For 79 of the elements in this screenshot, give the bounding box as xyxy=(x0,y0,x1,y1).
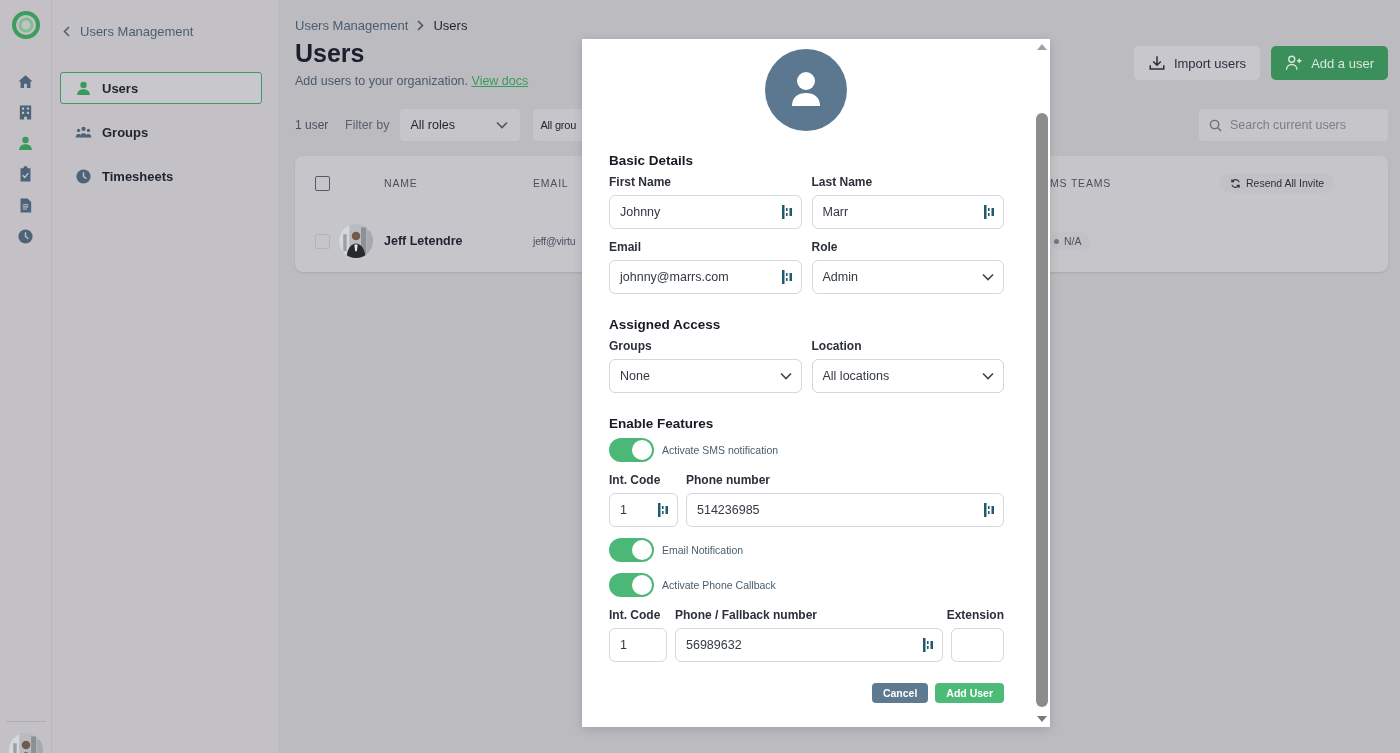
building-icon xyxy=(17,104,34,121)
field-label: Last Name xyxy=(811,175,874,189)
download-icon xyxy=(1147,54,1166,72)
cancel-button[interactable]: Cancel xyxy=(871,683,929,703)
column-header: NAME xyxy=(384,177,419,189)
search-icon xyxy=(1209,118,1222,132)
chevron-down-icon xyxy=(982,372,994,380)
filter-dropdown[interactable]: All grou xyxy=(533,109,583,141)
column-header: EMAIL xyxy=(533,177,570,189)
field-label: Int. Code xyxy=(609,473,662,487)
home-icon xyxy=(17,73,34,90)
toggle-switch[interactable] xyxy=(609,438,654,462)
field-label: Role xyxy=(811,240,839,254)
avatar-icon[interactable] xyxy=(764,49,847,131)
page-title: Users xyxy=(295,39,366,68)
keys-icon[interactable] xyxy=(781,205,792,219)
status-badge: N/A xyxy=(1050,232,1090,250)
section-title: Assigned Access xyxy=(609,317,722,332)
checkbox[interactable] xyxy=(315,175,330,191)
import-button[interactable]: Import users xyxy=(1133,46,1261,80)
person-icon xyxy=(75,79,92,97)
toggle-label: Activate Phone Callback xyxy=(662,579,776,591)
user-count: 1 user xyxy=(295,118,330,132)
scroll-up-icon[interactable] xyxy=(1037,44,1047,50)
add-person-icon xyxy=(1285,54,1304,72)
field-label: First Name xyxy=(609,175,673,189)
sidebar-item[interactable]: Timesheets xyxy=(60,160,262,192)
back-link[interactable]: Users Management xyxy=(60,24,194,39)
input-field[interactable]: 1 xyxy=(609,493,678,527)
breadcrumb-item: Users xyxy=(433,18,468,33)
section-title: Enable Features xyxy=(609,416,715,431)
logo-icon[interactable] xyxy=(11,11,40,39)
chevron-left-icon xyxy=(63,26,70,37)
input-field[interactable] xyxy=(951,628,1004,662)
field-label: Phone number xyxy=(686,473,771,487)
clock-icon xyxy=(17,228,34,245)
chevron-down-icon xyxy=(982,273,994,281)
keys-icon[interactable] xyxy=(984,503,994,517)
field-label: Location xyxy=(811,339,863,353)
filter-label: Filter by xyxy=(345,118,390,132)
toggle-label: Email Notification xyxy=(662,544,744,556)
field-label: Groups xyxy=(609,339,653,353)
chevron-down-icon xyxy=(779,372,792,380)
clock-icon xyxy=(75,167,92,185)
input-field[interactable]: johnny@marrs.com xyxy=(609,260,802,294)
column-header: MS TEAMS xyxy=(1050,177,1113,189)
refresh-icon xyxy=(1230,177,1241,189)
scroll-down-icon[interactable] xyxy=(1037,716,1047,722)
input-field[interactable]: Marr xyxy=(811,195,1004,229)
table-cell: jeff@virtu xyxy=(533,235,576,247)
section-title: Basic Details xyxy=(609,153,695,168)
select-field[interactable]: Admin xyxy=(811,260,1004,294)
keys-icon[interactable] xyxy=(984,205,994,219)
sidebar-item[interactable]: Groups xyxy=(60,116,262,148)
input-field[interactable]: 1 xyxy=(609,628,667,662)
keys-icon[interactable] xyxy=(781,270,792,284)
person-icon xyxy=(17,135,34,152)
toggle-label: Activate SMS notification xyxy=(662,444,779,456)
input-field[interactable]: Johnny xyxy=(609,195,802,229)
chevron-down-icon xyxy=(496,121,509,129)
input-field[interactable]: 514236985 xyxy=(686,493,1004,527)
resend-invite-button[interactable]: Resend All Invite xyxy=(1220,173,1335,193)
field-label: Extension xyxy=(946,608,1004,622)
input-field[interactable]: 56989632 xyxy=(675,628,943,662)
field-label: Email xyxy=(609,240,642,254)
keys-icon[interactable] xyxy=(923,638,933,652)
select-field[interactable]: None xyxy=(609,359,802,393)
toggle-switch[interactable] xyxy=(609,573,654,597)
sidebar-item[interactable]: Users xyxy=(60,72,262,104)
select-field[interactable]: All locations xyxy=(811,359,1004,393)
toggle-switch[interactable] xyxy=(609,538,654,562)
field-label: Int. Code xyxy=(609,608,662,622)
filter-dropdown[interactable]: All roles xyxy=(400,109,521,141)
user-name: Jeff Letendre xyxy=(384,234,463,248)
keys-icon[interactable] xyxy=(658,503,668,517)
field-label: Phone / Fallback number xyxy=(675,608,819,622)
chevron-right-icon xyxy=(417,20,425,31)
breadcrumb-item[interactable]: Users Management xyxy=(295,18,409,33)
page-subtitle: Add users to your organization. View docs xyxy=(295,74,529,88)
